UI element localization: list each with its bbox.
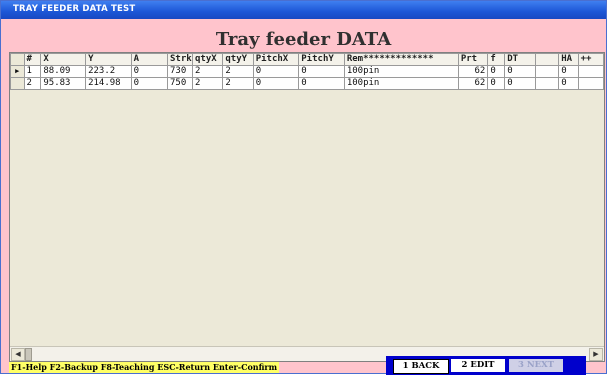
table-cell[interactable]: 62 [457,77,489,90]
table-cell[interactable] [534,77,560,90]
table-row[interactable]: 2 95.83 214.98 0 750 2 2 0 0 100pin 62 0 0 0 [10,77,604,90]
column-header[interactable]: Prt [457,53,489,66]
column-header[interactable]: Rem************* [343,53,459,66]
table-cell[interactable]: 88.09 [40,65,87,78]
table-cell[interactable] [577,65,604,78]
table-cell[interactable]: 0 [252,77,300,90]
table-cell[interactable]: 2 [222,77,254,90]
column-header[interactable]: DT [504,53,536,66]
table-cell[interactable]: 0 [487,77,506,90]
next-button[interactable]: 3 NEXT [509,359,563,372]
table-cell[interactable]: 95.83 [40,77,87,90]
table-cell[interactable]: 0 [130,77,169,90]
column-header[interactable]: Strk [167,53,194,66]
table-header-row: # X Y A Strk qtyX qtyY PitchX PitchY Rem*********… [10,53,604,66]
table-cell[interactable]: 0 [130,65,169,78]
app-window: TRAY FEEDER DATA TEST Tray feeder DATA #… [0,0,607,375]
table-cell[interactable]: 0 [504,65,536,78]
table-cell[interactable]: 2 [192,65,224,78]
column-header[interactable] [534,53,560,66]
column-header[interactable]: PitchX [252,53,300,66]
table-cell[interactable]: 0 [504,77,536,90]
table-cell[interactable]: 0 [252,65,300,78]
table-cell[interactable]: 0 [487,65,506,78]
table-cell[interactable]: 0 [298,77,345,90]
table-cell[interactable] [534,65,560,78]
column-header[interactable]: PitchY [298,53,345,66]
table-cell[interactable] [577,77,604,90]
column-header[interactable]: qtyX [192,53,224,66]
table-cell[interactable]: 0 [558,77,579,90]
current-row-indicator [10,77,25,90]
table-cell[interactable]: 100pin [343,77,459,90]
column-header[interactable]: qtyY [222,53,254,66]
table-cell[interactable]: 214.98 [85,77,132,90]
data-grid[interactable]: # X Y A Strk qtyX qtyY PitchX PitchY Rem*********… [9,52,605,362]
edit-button[interactable]: 2 EDIT [451,359,505,372]
table-cell[interactable]: 62 [457,65,489,78]
column-header[interactable]: f [487,53,506,66]
table-cell[interactable]: 2 [23,77,42,90]
table-cell[interactable]: 1 [23,65,42,78]
tray-feeder-table[interactable]: # X Y A Strk qtyX qtyY PitchX PitchY Rem*********… [10,53,604,90]
page-title: Tray feeder DATA [215,29,392,50]
back-button[interactable]: 1 BACK [393,359,449,374]
table-cell[interactable]: 0 [558,65,579,78]
column-header[interactable]: A [130,53,169,66]
table-cell[interactable]: 750 [167,77,194,90]
column-header[interactable]: Y [85,53,132,66]
column-header[interactable]: # [23,53,42,66]
help-shortcuts: F1-Help F2-Backup F8-Teaching ESC-Return… [9,362,280,373]
scroll-left-icon[interactable]: ◀ [11,348,25,361]
row-indicator-header [10,53,25,66]
column-header[interactable]: HA [558,53,579,66]
column-header[interactable]: ++ [577,53,604,66]
title-bar[interactable]: TRAY FEEDER DATA TEST [1,1,606,19]
table-cell[interactable]: 100pin [343,65,459,78]
table-cell[interactable]: 2 [222,65,254,78]
column-header[interactable]: X [40,53,87,66]
table-cell[interactable]: 223.2 [85,65,132,78]
table-cell[interactable]: 2 [192,77,224,90]
table-cell[interactable]: 0 [298,65,345,78]
table-cell[interactable]: 730 [167,65,194,78]
scroll-thumb[interactable] [25,348,32,361]
scroll-right-icon[interactable]: ▶ [589,348,603,361]
window-title: TRAY FEEDER DATA TEST [13,4,136,14]
current-row-indicator: ▶ [10,65,25,78]
table-row[interactable]: ▶ 1 88.09 223.2 0 730 2 2 0 0 100pin 62 0 0 0 [10,65,604,78]
navigation-button-bar: 1 BACK 2 EDIT 3 NEXT [386,356,586,375]
